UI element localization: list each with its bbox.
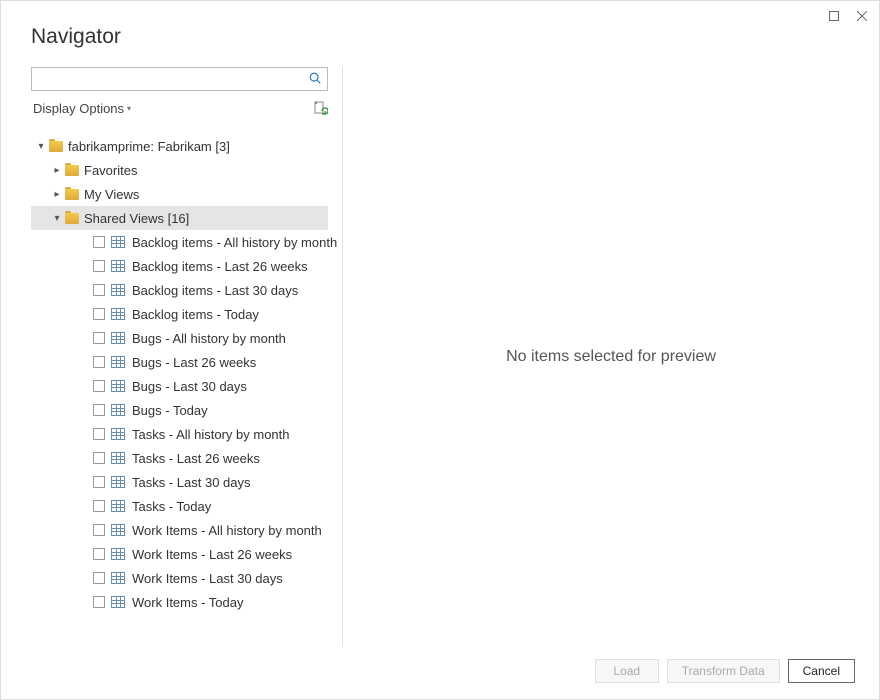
tree-leaf-item[interactable]: Work Items - Last 26 weeks [31,542,328,566]
navigator-panel: Display Options ▾ ▾ fabrikamprime: Fabri… [1,67,343,647]
checkbox[interactable] [93,308,105,320]
tree-leaf-label: Backlog items - Last 26 weeks [132,259,308,274]
checkbox[interactable] [93,356,105,368]
tree-leaf-item[interactable]: Backlog items - Last 30 days [31,278,328,302]
tree-leaf-item[interactable]: Tasks - All history by month [31,422,328,446]
table-icon [111,428,125,440]
cancel-button[interactable]: Cancel [788,659,855,683]
chevron-down-icon: ▾ [127,104,131,113]
load-button[interactable]: Load [595,659,659,683]
table-icon [111,476,125,488]
table-icon [111,260,125,272]
navigation-tree: ▾ fabrikamprime: Fabrikam [3] ▸ Favorite… [31,134,328,614]
tree-leaf-label: Bugs - All history by month [132,331,286,346]
folder-icon [65,165,79,176]
tree-leaf-label: Bugs - Last 26 weeks [132,355,256,370]
tree-leaf-label: Work Items - Today [132,595,244,610]
close-icon[interactable] [855,9,869,23]
table-icon [111,524,125,536]
tree-node-sharedviews[interactable]: ▾ Shared Views [16] [31,206,328,230]
checkbox[interactable] [93,380,105,392]
expander-icon[interactable]: ▸ [51,165,63,176]
checkbox[interactable] [93,332,105,344]
checkbox[interactable] [93,500,105,512]
checkbox[interactable] [93,572,105,584]
search-icon[interactable] [308,71,322,85]
expander-icon[interactable]: ▾ [35,141,47,152]
tree-leaf-label: Work Items - All history by month [132,523,322,538]
table-icon [111,500,125,512]
folder-icon [65,213,79,224]
checkbox[interactable] [93,404,105,416]
checkbox[interactable] [93,236,105,248]
table-icon [111,380,125,392]
tree-leaf-item[interactable]: Tasks - Last 26 weeks [31,446,328,470]
folder-icon [65,189,79,200]
expander-icon[interactable]: ▾ [51,213,63,224]
checkbox[interactable] [93,476,105,488]
tree-leaf-label: Work Items - Last 26 weeks [132,547,292,562]
tree-leaf-item[interactable]: Tasks - Today [31,494,328,518]
tree-leaf-item[interactable]: Backlog items - All history by month [31,230,328,254]
tree-node-label: fabrikamprime: Fabrikam [3] [68,139,230,154]
tree-leaf-label: Tasks - Today [132,499,211,514]
table-icon [111,332,125,344]
tree-leaf-label: Work Items - Last 30 days [132,571,283,586]
checkbox[interactable] [93,452,105,464]
tree-node-label: Favorites [84,163,137,178]
tree-leaf-item[interactable]: Bugs - Last 26 weeks [31,350,328,374]
expander-icon[interactable]: ▸ [51,189,63,200]
checkbox[interactable] [93,548,105,560]
tree-leaf-item[interactable]: Bugs - All history by month [31,326,328,350]
tree-node-label: My Views [84,187,139,202]
tree-leaf-item[interactable]: Work Items - All history by month [31,518,328,542]
tree-leaf-label: Bugs - Today [132,403,208,418]
table-icon [111,596,125,608]
tree-leaf-item[interactable]: Backlog items - Last 26 weeks [31,254,328,278]
table-icon [111,356,125,368]
maximize-icon[interactable] [827,9,841,23]
tree-leaf-label: Backlog items - All history by month [132,235,337,250]
tree-root-node[interactable]: ▾ fabrikamprime: Fabrikam [3] [31,134,328,158]
tree-leaf-label: Tasks - Last 26 weeks [132,451,260,466]
table-icon [111,572,125,584]
tree-node-label: Shared Views [16] [84,211,189,226]
tree-node-myviews[interactable]: ▸ My Views [31,182,328,206]
display-options-dropdown[interactable]: Display Options ▾ [31,99,133,118]
preview-panel: No items selected for preview [343,67,879,647]
table-icon [111,452,125,464]
refresh-icon[interactable] [312,101,328,117]
checkbox[interactable] [93,596,105,608]
preview-empty-text: No items selected for preview [506,348,716,366]
tree-leaf-label: Backlog items - Last 30 days [132,283,298,298]
tree-leaf-item[interactable]: Backlog items - Today [31,302,328,326]
tree-leaf-item[interactable]: Work Items - Today [31,590,328,614]
table-icon [111,308,125,320]
checkbox[interactable] [93,284,105,296]
tree-leaf-item[interactable]: Bugs - Last 30 days [31,374,328,398]
table-icon [111,404,125,416]
tree-leaf-label: Bugs - Last 30 days [132,379,247,394]
table-icon [111,236,125,248]
tree-leaf-label: Tasks - All history by month [132,427,290,442]
checkbox[interactable] [93,524,105,536]
tree-leaf-item[interactable]: Work Items - Last 30 days [31,566,328,590]
table-icon [111,548,125,560]
table-icon [111,284,125,296]
transform-data-button[interactable]: Transform Data [667,659,780,683]
tree-leaf-label: Tasks - Last 30 days [132,475,251,490]
display-options-label: Display Options [33,101,124,116]
tree-leaf-item[interactable]: Tasks - Last 30 days [31,470,328,494]
dialog-title: Navigator [1,1,879,67]
tree-leaf-label: Backlog items - Today [132,307,259,322]
tree-node-favorites[interactable]: ▸ Favorites [31,158,328,182]
checkbox[interactable] [93,428,105,440]
search-input[interactable] [31,67,328,91]
tree-leaf-item[interactable]: Bugs - Today [31,398,328,422]
checkbox[interactable] [93,260,105,272]
folder-icon [49,141,63,152]
